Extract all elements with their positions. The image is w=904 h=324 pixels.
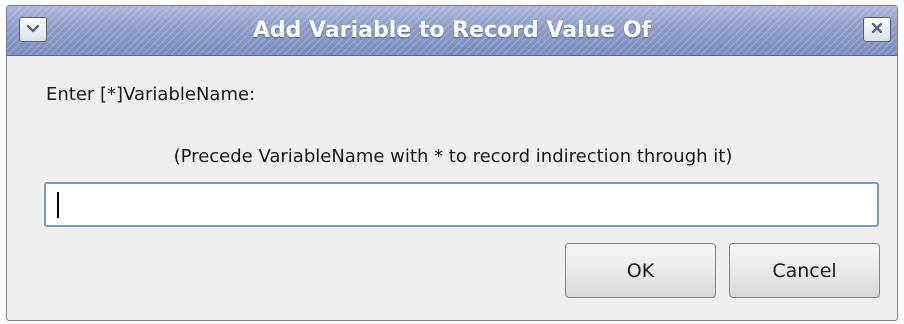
cancel-button[interactable]: Cancel — [729, 243, 880, 298]
text-caret — [57, 192, 59, 218]
dialog-window: Add Variable to Record Value Of Enter [*… — [6, 5, 898, 321]
variable-name-input[interactable] — [44, 182, 879, 227]
window-menu-button[interactable] — [19, 17, 47, 42]
dialog-title: Add Variable to Record Value Of — [252, 18, 652, 43]
prompt-label: Enter [*]VariableName: — [46, 84, 256, 105]
hint-label: (Precede VariableName with * to record i… — [173, 146, 733, 167]
ok-button[interactable]: OK — [565, 243, 716, 298]
title-bar[interactable]: Add Variable to Record Value Of — [7, 6, 897, 56]
chevron-down-icon — [26, 23, 40, 37]
close-button[interactable] — [863, 17, 891, 42]
close-icon — [871, 22, 883, 37]
